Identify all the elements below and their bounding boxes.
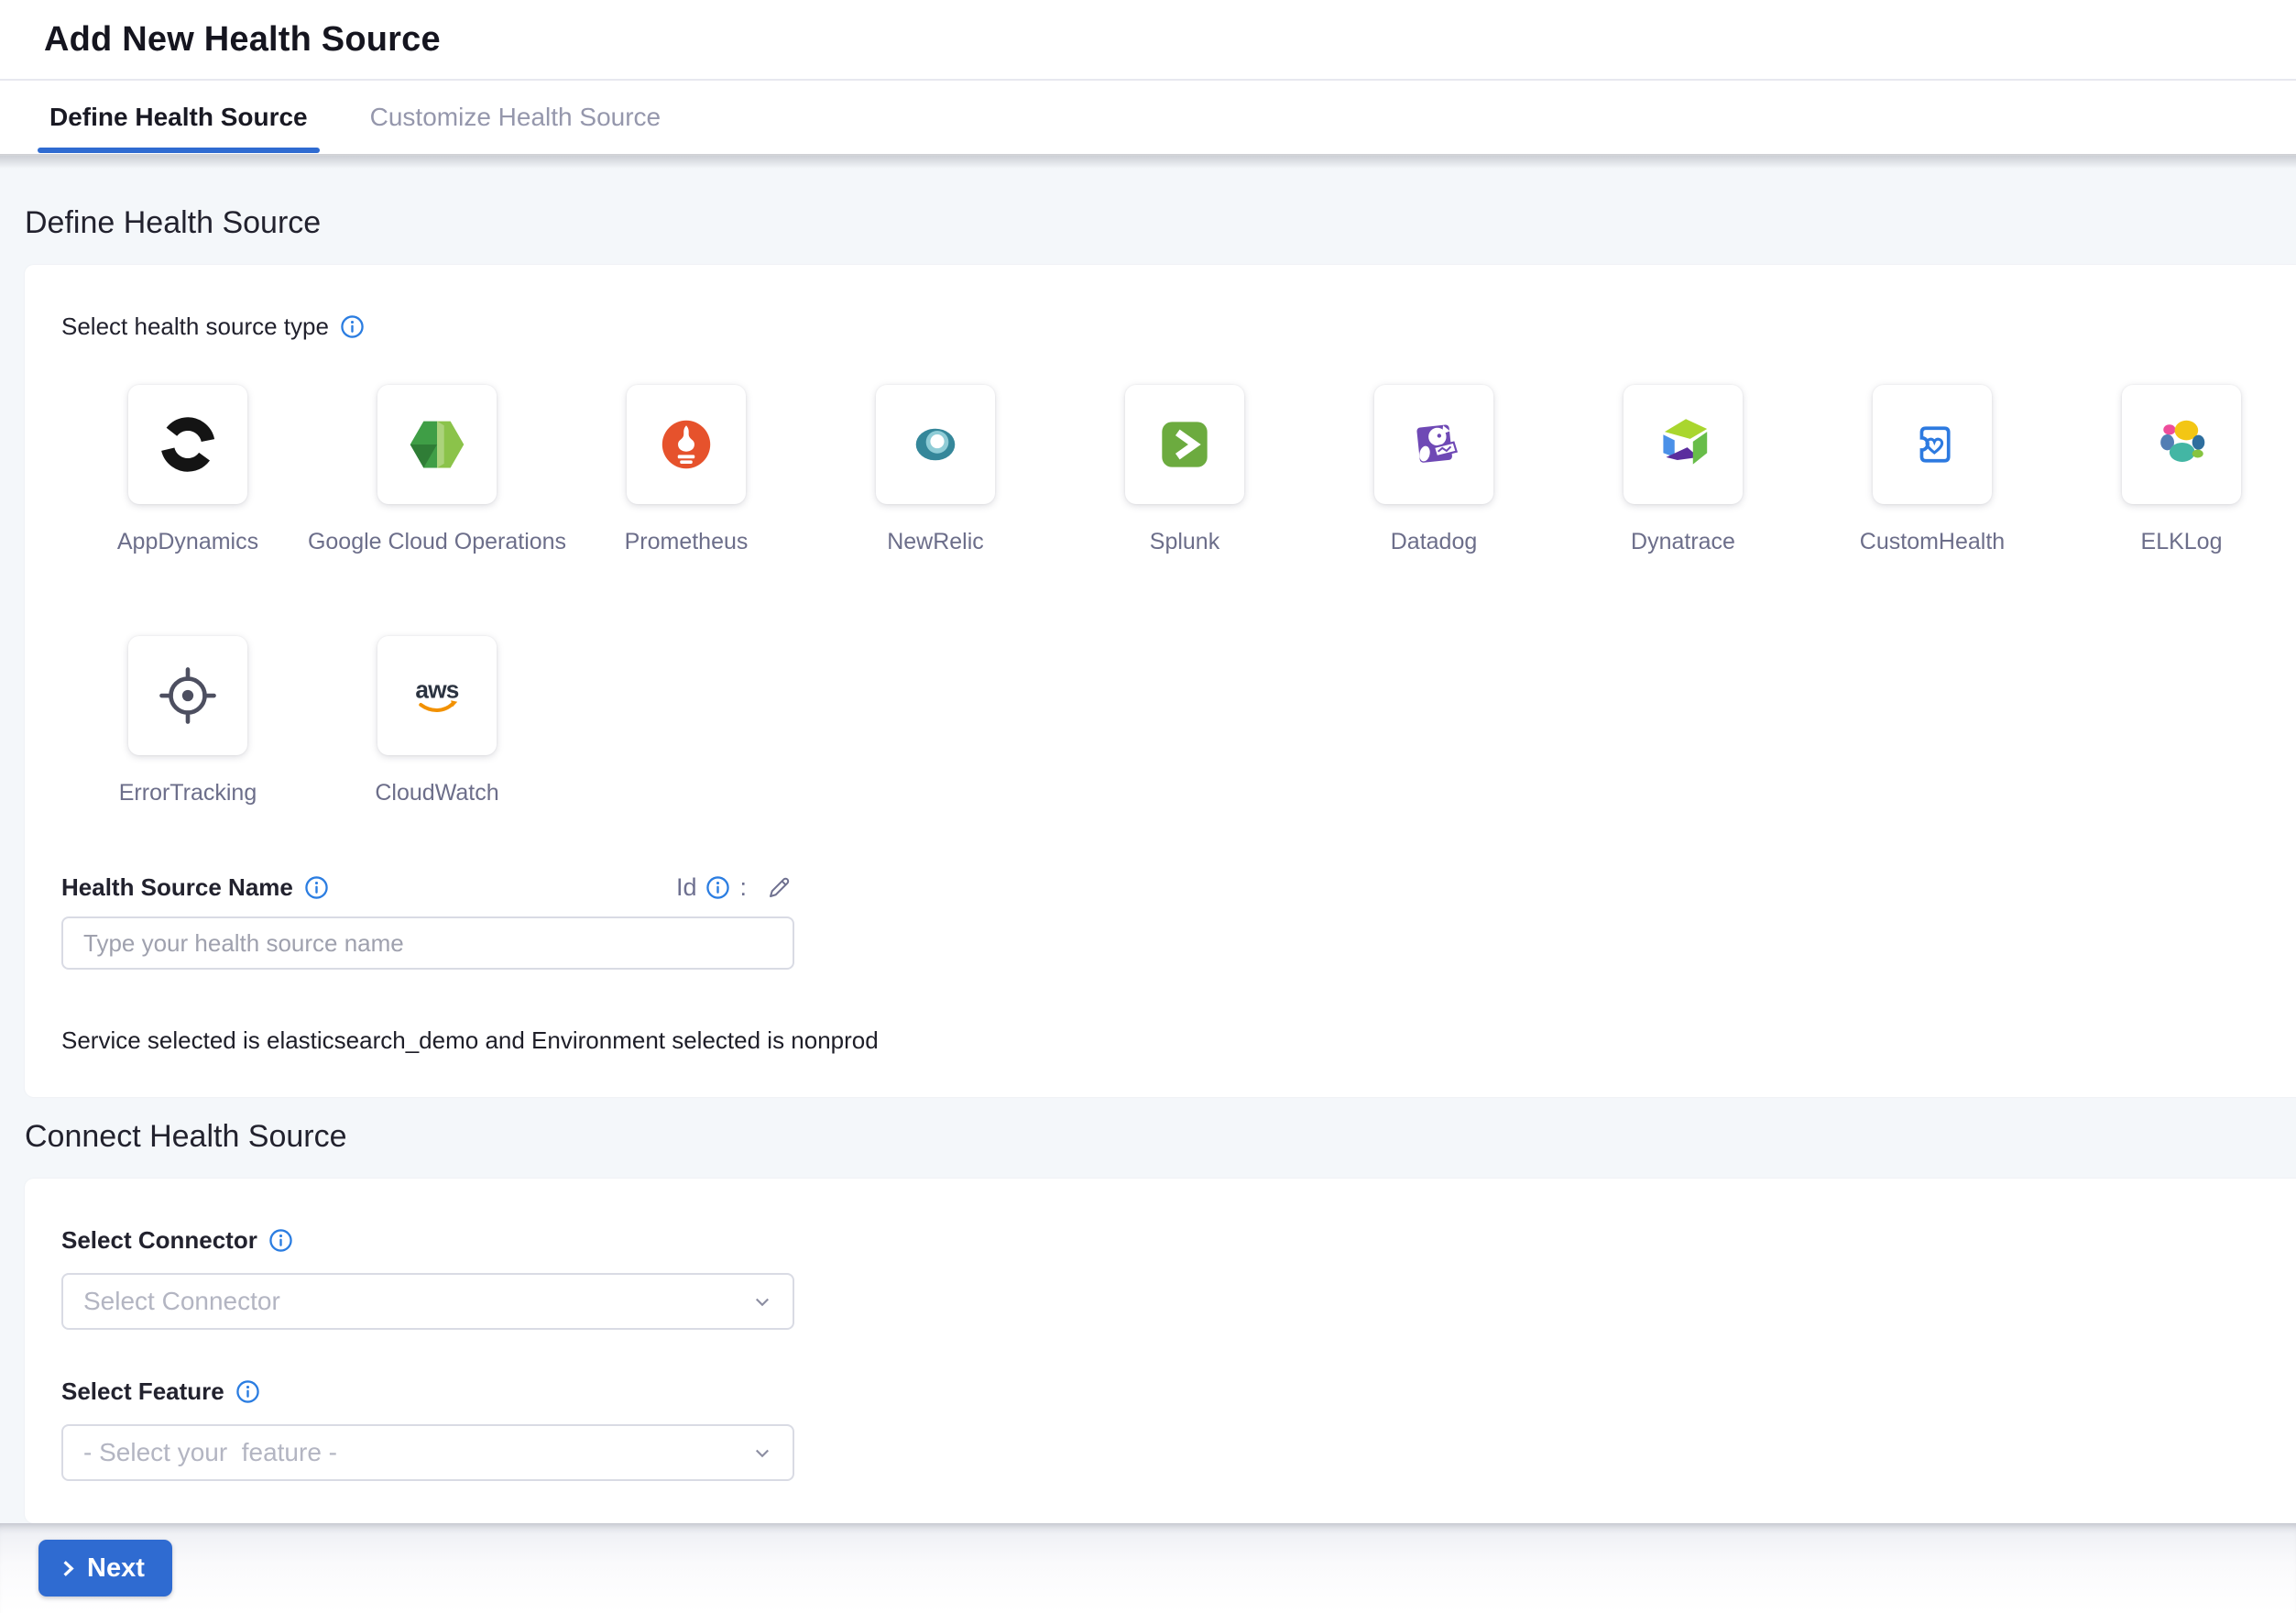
tile-label: ErrorTracking	[119, 780, 257, 806]
customhealth-icon	[1873, 385, 1992, 504]
dynatrace-icon	[1624, 385, 1743, 504]
id-group: Id :	[676, 872, 794, 902]
select-connector-label: Select Connector	[61, 1226, 257, 1255]
health-source-type-prometheus[interactable]: Prometheus	[562, 385, 811, 555]
svg-text:aws: aws	[415, 675, 458, 703]
health-source-type-dynatrace[interactable]: Dynatrace	[1558, 385, 1808, 555]
health-source-type-appdynamics[interactable]: AppDynamics	[63, 385, 312, 555]
edit-id-pencil-icon[interactable]	[765, 872, 794, 902]
info-icon[interactable]	[235, 1379, 260, 1404]
select-type-label-row: Select health source type	[61, 313, 2272, 341]
chevron-down-icon	[749, 1288, 776, 1315]
health-source-type-customhealth[interactable]: CustomHealth	[1808, 385, 2057, 555]
health-source-type-datadog[interactable]: Datadog	[1309, 385, 1558, 555]
google-cloud-operations-icon	[377, 385, 497, 504]
tile-label: AppDynamics	[117, 529, 258, 555]
info-icon[interactable]	[304, 875, 329, 900]
elklog-icon	[2122, 385, 2241, 504]
health-source-type-newrelic[interactable]: NewRelic	[811, 385, 1060, 555]
health-source-type-google-cloud-operations[interactable]: Google Cloud Operations	[312, 385, 562, 555]
modal-header: Add New Health Source	[0, 0, 2296, 81]
service-environment-note: Service selected is elasticsearch_demo a…	[61, 1026, 2272, 1055]
health-source-name-label: Health Source Name	[61, 873, 293, 902]
page-title: Add New Health Source	[44, 20, 441, 60]
content-area: Define Health Source Select health sourc…	[0, 156, 2296, 1613]
feature-select-placeholder: - Select your feature -	[83, 1438, 337, 1467]
tab-define-health-source[interactable]: Define Health Source	[49, 81, 308, 154]
tile-label: Splunk	[1150, 529, 1219, 555]
define-health-source-panel: Select health source type AppDynamics	[25, 265, 2296, 1097]
select-connector-label-row: Select Connector	[61, 1226, 2272, 1255]
select-feature-label: Select Feature	[61, 1377, 224, 1406]
tile-label: Dynatrace	[1631, 529, 1735, 555]
health-source-type-elklog[interactable]: ELKLog	[2057, 385, 2296, 555]
id-label: Id	[676, 873, 697, 902]
tile-label: Prometheus	[625, 529, 749, 555]
tab-customize-health-source[interactable]: Customize Health Source	[370, 81, 661, 154]
newrelic-icon	[876, 385, 995, 504]
footer-bar: Next	[0, 1523, 2296, 1613]
feature-select[interactable]: - Select your feature -	[61, 1424, 794, 1481]
connector-select-placeholder: Select Connector	[83, 1287, 280, 1316]
connect-section-heading: Connect Health Source	[25, 1119, 2296, 1155]
id-colon: :	[739, 873, 747, 902]
tile-label: Datadog	[1391, 529, 1478, 555]
health-source-type-splunk[interactable]: Splunk	[1060, 385, 1309, 555]
select-feature-label-row: Select Feature	[61, 1377, 2272, 1406]
appdynamics-icon	[128, 385, 247, 504]
next-button-label: Next	[87, 1553, 145, 1584]
connector-select[interactable]: Select Connector	[61, 1273, 794, 1330]
splunk-icon	[1125, 385, 1244, 504]
chevron-right-icon	[57, 1558, 78, 1579]
tile-label: Google Cloud Operations	[308, 529, 566, 555]
info-icon[interactable]	[268, 1228, 293, 1253]
tab-bar: Define Health Source Customize Health So…	[0, 81, 2296, 154]
datadog-icon	[1374, 385, 1493, 504]
connect-health-source-panel: Select Connector Select Connector Select…	[25, 1179, 2296, 1523]
errortracking-icon	[128, 636, 247, 755]
select-type-label: Select health source type	[61, 313, 329, 341]
prometheus-icon	[627, 385, 746, 504]
health-source-name-row: Health Source Name Id :	[61, 872, 794, 902]
info-icon[interactable]	[340, 314, 365, 339]
tile-label: ELKLog	[2141, 529, 2223, 555]
tile-label: CloudWatch	[375, 780, 498, 806]
next-button[interactable]: Next	[38, 1540, 172, 1597]
define-section-heading: Define Health Source	[25, 205, 2296, 241]
tile-label: NewRelic	[887, 529, 984, 555]
tile-label: CustomHealth	[1860, 529, 2005, 555]
health-source-name-input[interactable]	[61, 916, 794, 970]
cloudwatch-icon: aws	[377, 636, 497, 755]
health-source-type-grid: AppDynamics Google Cloud Operations	[63, 385, 2272, 806]
health-source-name-label-row: Health Source Name	[61, 873, 329, 902]
chevron-down-icon	[749, 1439, 776, 1466]
health-source-type-cloudwatch[interactable]: aws CloudWatch	[312, 636, 562, 806]
health-source-type-errortracking[interactable]: ErrorTracking	[63, 636, 312, 806]
info-icon[interactable]	[705, 875, 730, 900]
